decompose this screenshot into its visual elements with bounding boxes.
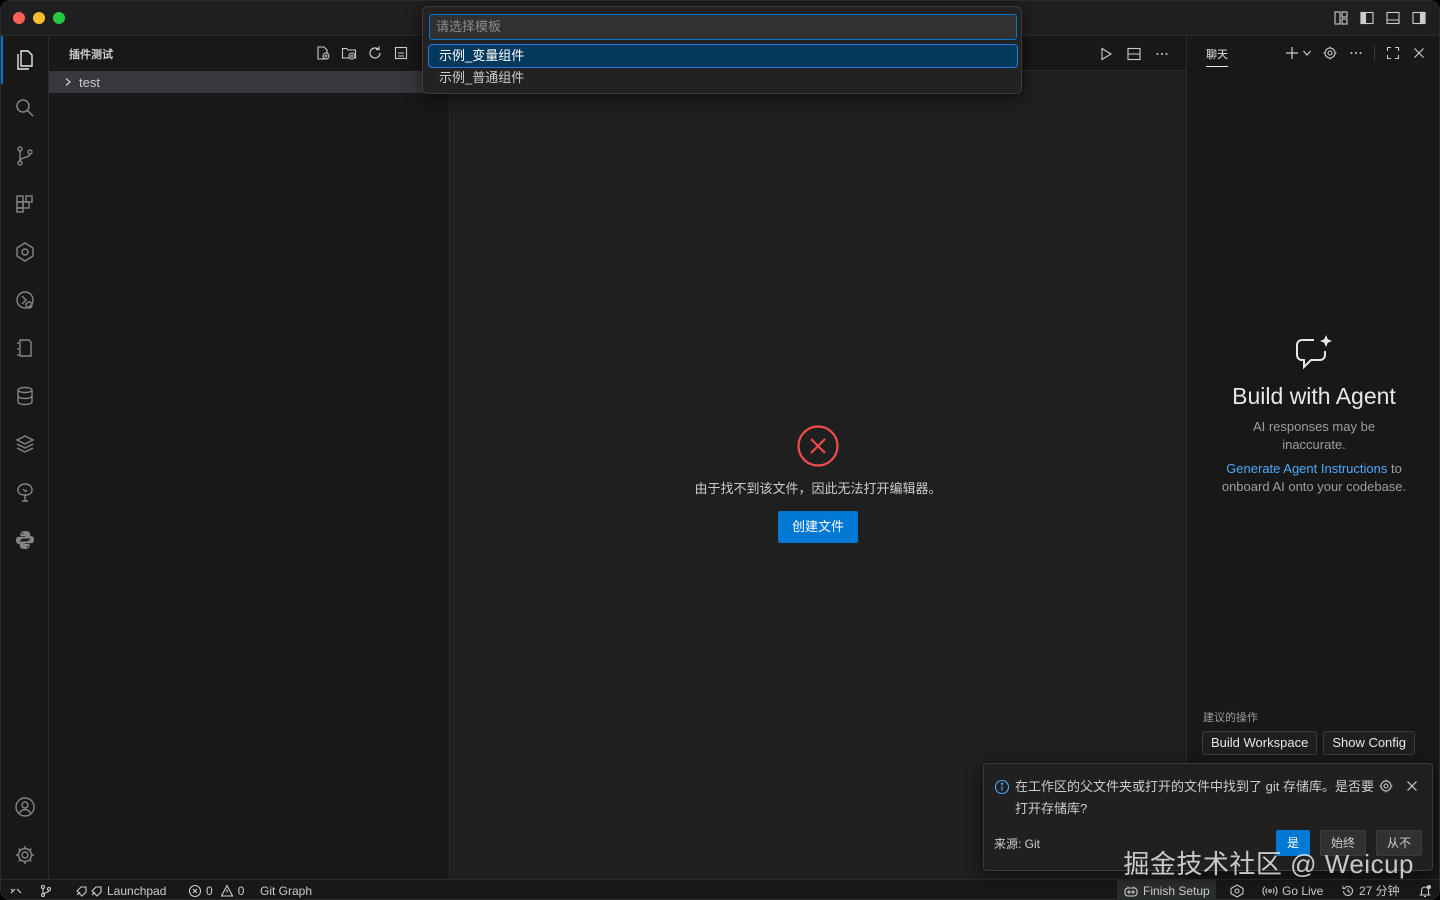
chevron-down-icon[interactable] (1302, 48, 1312, 58)
go-live-label: Go Live (1282, 883, 1324, 898)
explorer-sidebar: 插件测试 test (49, 36, 450, 879)
warning-icon (220, 884, 234, 898)
refresh-icon[interactable] (367, 45, 383, 61)
extensions-icon[interactable] (1, 180, 49, 228)
error-message: 由于找不到该文件，因此无法打开编辑器。 (694, 481, 942, 496)
info-icon (994, 779, 1010, 795)
toggle-secondary-sidebar-icon[interactable] (1411, 10, 1427, 26)
activity-bar (1, 36, 49, 879)
quick-pick: 请选择模板 示例_变量组件 示例_普通组件 (422, 6, 1022, 94)
customize-layout-icon[interactable] (1333, 10, 1349, 26)
notification-close-icon[interactable] (1404, 778, 1420, 794)
tree-item-test[interactable]: test (49, 71, 449, 93)
layers-icon[interactable] (1, 420, 49, 468)
quick-pick-input[interactable]: 请选择模板 (429, 14, 1017, 40)
time-tracker-item[interactable]: 27 分钟 (1341, 880, 1400, 899)
finish-setup-label: Finish Setup (1143, 883, 1210, 898)
python-icon[interactable] (1, 516, 49, 564)
quick-pick-item[interactable]: 示例_普通组件 (429, 67, 1017, 89)
notifications-bell-icon[interactable] (1418, 880, 1432, 899)
app-window: 插件测试 test 由于找不到该文件，因此无法打开编辑器。 创建文件 聊天 Bu… (0, 0, 1440, 900)
new-file-icon[interactable] (315, 45, 331, 61)
toggle-panel-icon[interactable] (1385, 10, 1401, 26)
split-editor-icon[interactable] (1126, 46, 1142, 62)
build-workspace-button[interactable]: Build Workspace (1202, 731, 1318, 755)
bookmarks-icon[interactable] (1, 324, 49, 372)
collapse-all-icon[interactable] (393, 45, 409, 61)
chat-more-icon[interactable] (1348, 45, 1364, 61)
problems-item[interactable]: 0 0 (188, 880, 245, 899)
git-graph-item[interactable]: Git Graph (260, 880, 312, 899)
chat-subtitle: AI responses may be inaccurate. (1252, 419, 1376, 452)
window-close-button[interactable] (13, 12, 25, 24)
window-maximize-button[interactable] (53, 12, 65, 24)
quick-pick-item[interactable]: 示例_变量组件 (428, 44, 1018, 68)
broadcast-icon (1262, 884, 1278, 898)
divider (1374, 46, 1375, 60)
explorer-icon[interactable] (1, 36, 49, 84)
run-icon[interactable] (1098, 46, 1114, 62)
accounts-icon[interactable] (1, 783, 49, 831)
suggested-actions-label: 建议的操作 (1203, 712, 1258, 724)
watermark: 掘金技术社区 @ Weicup (1123, 849, 1414, 879)
notification-settings-icon[interactable] (1378, 778, 1394, 794)
go-live-item[interactable]: Go Live (1262, 880, 1324, 899)
settings-gear-icon[interactable] (1, 831, 49, 879)
status-bar: Launchpad 0 0 Git Graph Finish Setup Go … (1, 879, 1439, 899)
tree-item-label: test (79, 74, 100, 90)
toggle-primary-sidebar-icon[interactable] (1359, 10, 1375, 26)
warning-count: 0 (237, 883, 245, 898)
new-chat-icon[interactable] (1284, 45, 1300, 61)
close-icon[interactable] (1411, 45, 1427, 61)
launchpad-label: Launchpad (107, 883, 167, 898)
gitlens-icon[interactable] (1, 228, 49, 276)
gitlens-status-icon[interactable] (1229, 880, 1245, 899)
notification-source: 来源: Git (994, 837, 1041, 851)
git-branch-icon[interactable] (39, 880, 53, 899)
tab-chat[interactable]: 聊天 (1206, 46, 1228, 67)
error-icon (450, 424, 1186, 468)
error-count: 0 (206, 883, 213, 898)
more-actions-icon[interactable] (1154, 46, 1170, 62)
create-file-button[interactable]: 创建文件 (778, 511, 858, 543)
copilot-icon (1123, 884, 1139, 898)
generate-instructions-link[interactable]: Generate Agent Instructions (1226, 461, 1387, 476)
chat-settings-icon[interactable] (1322, 45, 1338, 61)
show-config-button[interactable]: Show Config (1323, 731, 1416, 755)
finish-setup-item[interactable]: Finish Setup (1117, 880, 1216, 899)
new-folder-icon[interactable] (341, 45, 357, 61)
remote-explorer-icon[interactable] (1, 276, 49, 324)
error-count-icon (188, 884, 202, 898)
history-icon (1341, 884, 1355, 898)
rocket-icon (75, 884, 103, 898)
tree-icon[interactable] (1, 468, 49, 516)
chat-title: Build with Agent (1232, 383, 1396, 409)
source-control-icon[interactable] (1, 132, 49, 180)
notification-message: 在工作区的父文件夹或打开的文件中找到了 git 存储库。是否要打开存储库? (1015, 779, 1374, 816)
launchpad-item[interactable]: Launchpad (75, 880, 167, 899)
chat-panel: 聊天 Build with Agent AI responses may be … (1186, 36, 1439, 879)
chevron-right-icon (63, 77, 73, 87)
chat-instructions: Generate Agent Instructions to onboard A… (1187, 460, 1439, 496)
editor-area: 由于找不到该文件，因此无法打开编辑器。 创建文件 (450, 36, 1186, 879)
time-label: 27 分钟 (1359, 883, 1400, 898)
window-minimize-button[interactable] (33, 12, 45, 24)
database-icon[interactable] (1, 372, 49, 420)
search-icon[interactable] (1, 84, 49, 132)
maximize-icon[interactable] (1385, 45, 1401, 61)
chat-sparkle-icon (1187, 333, 1439, 373)
remote-indicator-icon[interactable] (9, 880, 23, 899)
